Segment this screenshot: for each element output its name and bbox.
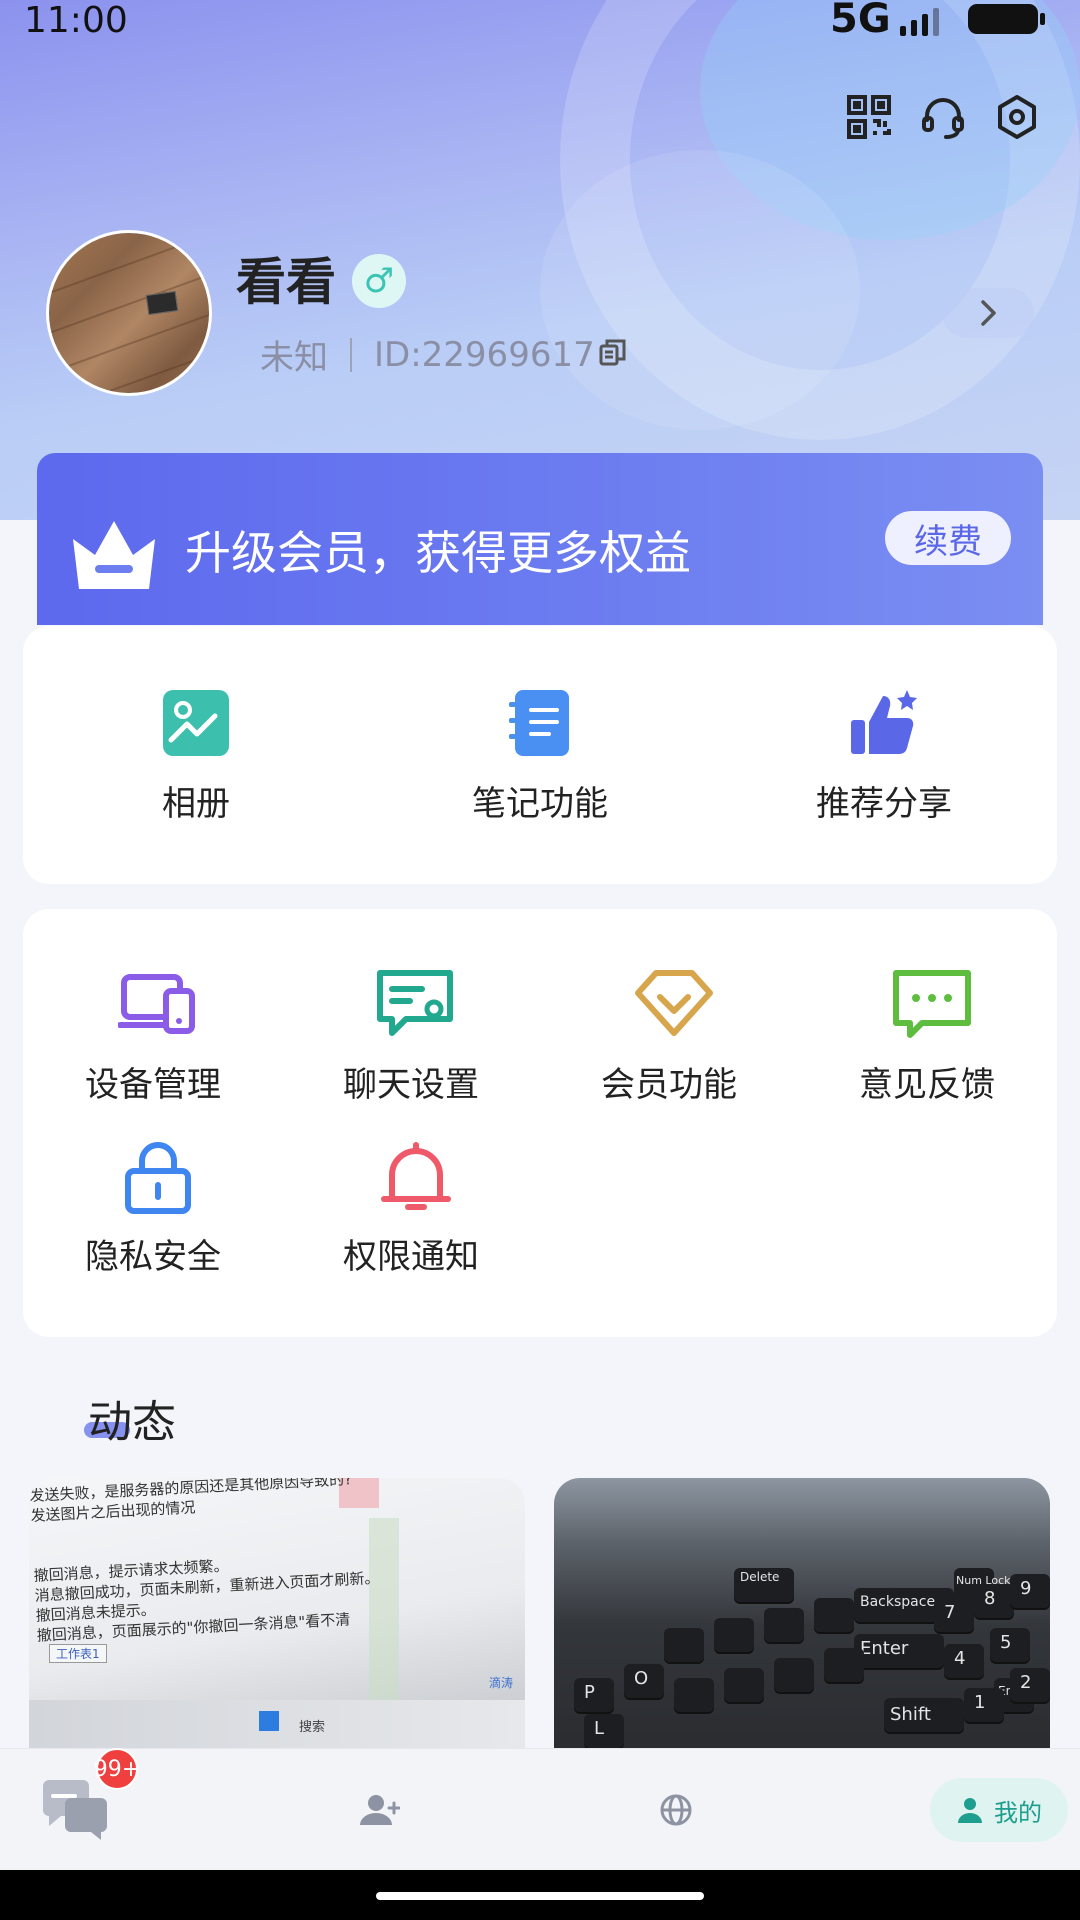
chevron-right-icon bbox=[981, 300, 996, 326]
grid-item-privacy-security[interactable]: 隐私安全 bbox=[33, 1141, 273, 1278]
header-actions bbox=[846, 94, 1040, 140]
settings-grid-card: 设备管理 聊天设置 会员功能 意见反馈 隐私安全 权限通知 bbox=[23, 909, 1057, 1337]
grid-item-permission-notice[interactable]: 权限通知 bbox=[291, 1141, 531, 1278]
grid-item-label: 会员功能 bbox=[601, 1065, 737, 1105]
feature-label: 笔记功能 bbox=[472, 784, 608, 824]
settings-gear-icon[interactable] bbox=[994, 94, 1040, 140]
profile-detail-button[interactable] bbox=[942, 288, 1034, 338]
feature-recommend-share[interactable]: 推荐分享 bbox=[764, 688, 1004, 825]
moment-post-1[interactable]: 发送失败，是服务器的原因还是其他原因导致的? 发送图片之后出现的情况 撤回消息，… bbox=[29, 1478, 525, 1748]
notes-icon bbox=[505, 688, 575, 758]
home-indicator[interactable] bbox=[376, 1892, 704, 1900]
photo-tag: 滴涛 bbox=[489, 1676, 514, 1690]
album-icon bbox=[161, 688, 231, 758]
lock-icon bbox=[118, 1141, 191, 1214]
copy-id-icon[interactable] bbox=[598, 337, 628, 367]
taskbar-search: 搜索 bbox=[299, 1720, 326, 1735]
moment-post-2[interactable]: Delete Backspace Enter Shift End Num Loc… bbox=[554, 1478, 1050, 1748]
avatar[interactable] bbox=[46, 230, 212, 396]
add-contact-icon bbox=[360, 1795, 400, 1825]
grid-item-label: 聊天设置 bbox=[343, 1065, 479, 1105]
bell-icon bbox=[376, 1141, 451, 1211]
diamond-icon bbox=[634, 969, 713, 1039]
crown-icon bbox=[69, 515, 159, 591]
user-name: 看看 bbox=[236, 253, 336, 311]
person-icon bbox=[958, 1798, 982, 1823]
grid-item-label: 权限通知 bbox=[343, 1237, 479, 1277]
grid-item-label: 设备管理 bbox=[85, 1065, 221, 1105]
qr-code-icon[interactable] bbox=[846, 94, 892, 140]
moments-section-title: 动态 bbox=[84, 1386, 176, 1450]
vip-banner-title: 升级会员，获得更多权益 bbox=[185, 526, 691, 580]
grid-item-label: 意见反馈 bbox=[859, 1065, 995, 1105]
status-time: 11:00 bbox=[24, 0, 128, 41]
user-id-text: ID:22969617 bbox=[374, 334, 595, 375]
grid-item-label: 隐私安全 bbox=[85, 1237, 221, 1277]
feedback-icon bbox=[892, 969, 971, 1039]
feature-label: 推荐分享 bbox=[816, 784, 952, 824]
grid-item-feedback[interactable]: 意见反馈 bbox=[807, 969, 1047, 1106]
tab-mine-label: 我的 bbox=[994, 1798, 1042, 1827]
thumbs-up-icon bbox=[849, 688, 919, 758]
region-text: 未知 bbox=[260, 338, 328, 378]
profile-subinfo: 未知 ID:22969617 bbox=[260, 330, 595, 379]
system-navigation-bar bbox=[0, 1870, 1080, 1920]
chat-settings-icon bbox=[376, 969, 453, 1039]
feature-notes[interactable]: 笔记功能 bbox=[420, 688, 660, 825]
customer-service-icon[interactable] bbox=[920, 94, 966, 140]
chat-bubbles-icon bbox=[43, 1780, 107, 1840]
devices-icon bbox=[117, 969, 195, 1039]
unread-badge: 99+ bbox=[94, 1748, 140, 1790]
grid-item-device-management[interactable]: 设备管理 bbox=[33, 969, 273, 1106]
tab-mine[interactable]: 我的 bbox=[930, 1778, 1068, 1842]
grid-item-vip-features[interactable]: 会员功能 bbox=[549, 969, 789, 1106]
sheet-tab: 工作表1 bbox=[49, 1644, 107, 1663]
windows-icon bbox=[259, 1711, 279, 1731]
tab-contacts[interactable] bbox=[330, 1749, 430, 1871]
bottom-tab-bar bbox=[0, 1748, 1080, 1870]
signal-icon bbox=[900, 6, 939, 36]
battery-icon bbox=[968, 4, 1045, 34]
status-bar: 11:00 5G bbox=[0, 0, 1080, 44]
tab-discover[interactable] bbox=[626, 1749, 726, 1871]
photo-text: 发送失败，是服务器的原因还是其他原因导致的? 发送图片之后出现的情况 撤回消息，… bbox=[29, 1478, 380, 1645]
feature-album[interactable]: 相册 bbox=[76, 688, 316, 825]
feature-label: 相册 bbox=[162, 784, 230, 824]
vip-upgrade-banner[interactable]: 升级会员，获得更多权益 续费 bbox=[37, 453, 1043, 625]
primary-features-card: 相册 笔记功能 推荐分享 bbox=[23, 626, 1057, 884]
grid-item-chat-settings[interactable]: 聊天设置 bbox=[291, 969, 531, 1106]
renew-button[interactable]: 续费 bbox=[885, 511, 1011, 565]
male-gender-icon: ♂ bbox=[352, 254, 406, 308]
globe-icon bbox=[660, 1794, 692, 1826]
network-type: 5G bbox=[830, 0, 891, 42]
